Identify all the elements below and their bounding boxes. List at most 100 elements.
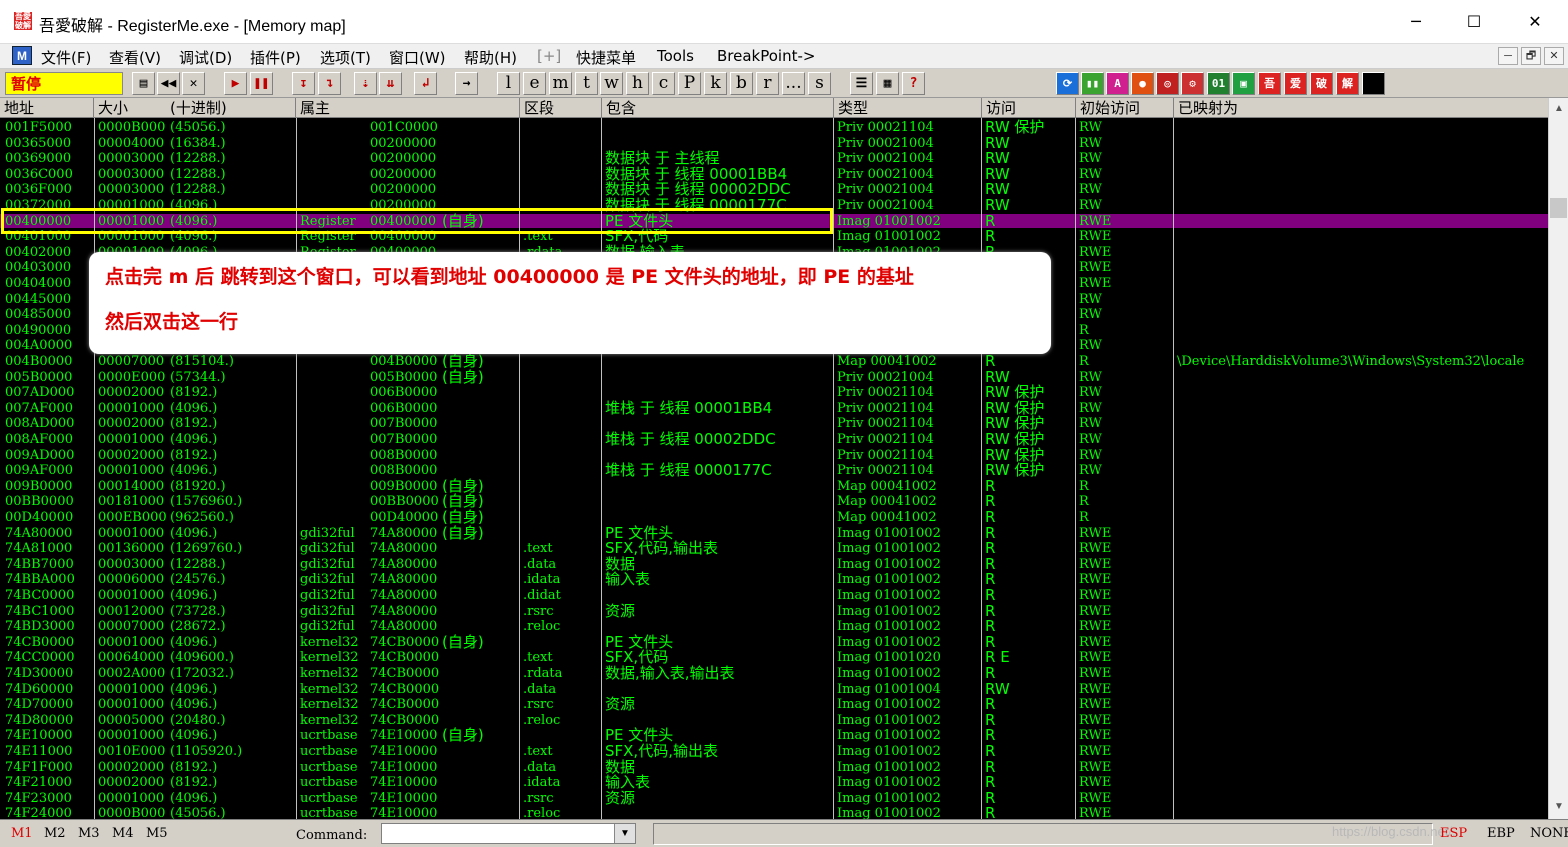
col-mapped-as[interactable]: 已映射为 — [1174, 98, 1548, 118]
appearance-icon[interactable]: ▦ — [876, 72, 899, 95]
col-section[interactable]: 区段 — [520, 98, 602, 118]
table-row[interactable]: 00BB0000 00181000 (1576960.) 00BB0000 (自身) Ma… — [0, 494, 1548, 510]
scroll-up-icon[interactable]: ▲ — [1549, 100, 1568, 118]
modules-window-button[interactable]: e — [523, 72, 546, 95]
menu-plus[interactable]: [+] — [537, 47, 561, 65]
menu-plugins[interactable]: 插件(P) — [250, 47, 301, 68]
options-list-icon[interactable]: ☰ — [850, 72, 873, 95]
plugin-green-icon[interactable]: ▮▮ — [1081, 72, 1104, 95]
black-block-icon[interactable] — [1362, 72, 1385, 95]
memory-window-icon[interactable]: M — [12, 46, 32, 65]
run-icon[interactable]: ▶ — [224, 72, 247, 95]
refresh-plugin-icon[interactable]: ⟳ — [1056, 72, 1079, 95]
rewind-icon[interactable]: ◀◀ — [157, 72, 180, 95]
maximize-button[interactable]: ☐ — [1454, 8, 1494, 36]
table-row[interactable]: 74BB7000 00003000 (12288.) gdi32ful 74A80000… — [0, 556, 1548, 573]
help-icon[interactable]: ? — [902, 72, 925, 95]
vertical-scrollbar[interactable]: ▲ ▼ — [1548, 98, 1568, 819]
table-row[interactable]: 74CC0000 00064000 (409600.) kernel32 74CB000… — [0, 650, 1548, 666]
open-icon[interactable]: ▤ — [132, 72, 155, 95]
table-row[interactable]: 009AD000 00002000 (8192.) 008B0000 Priv 0002… — [0, 447, 1548, 464]
table-row[interactable]: 74BBA000 00006000 (24576.) gdi32ful 74A80000… — [0, 572, 1548, 588]
handles-window-button[interactable]: h — [626, 72, 649, 95]
plugin-settings-icon[interactable]: ⚙ — [1181, 72, 1204, 95]
register-esp[interactable]: ESP — [1440, 826, 1467, 841]
references-window-button[interactable]: r — [756, 72, 779, 95]
tab-m2[interactable]: M2 — [44, 826, 66, 841]
menu-tools[interactable]: Tools — [657, 47, 694, 65]
patches-window-button[interactable]: P — [678, 72, 701, 95]
cpu-window-button[interactable]: c — [652, 72, 675, 95]
table-row[interactable]: 74BC0000 00001000 (4096.) gdi32ful 74A80000.… — [0, 588, 1548, 604]
table-row[interactable]: 009B0000 00014000 (81920.) 009B0000 (自身) Map … — [0, 478, 1548, 495]
tab-m4[interactable]: M4 — [112, 826, 134, 841]
table-row[interactable]: 007AD000 00002000 (8192.) 006B0000 Priv 0002… — [0, 385, 1548, 401]
plugin-target-icon[interactable]: ◎ — [1156, 72, 1179, 95]
table-row[interactable]: 74A81000 00136000 (1269760.) gdi32ful 74A800… — [0, 541, 1548, 557]
table-row[interactable]: 007AF000 00001000 (4096.) 006B0000 堆栈 于 线程 0… — [0, 400, 1548, 417]
tab-m5[interactable]: M5 — [146, 826, 168, 841]
plugin-binary-icon[interactable]: 01 — [1207, 72, 1230, 95]
register-ebp[interactable]: EBP — [1487, 826, 1515, 841]
plugin-circle-icon[interactable]: ● — [1131, 72, 1154, 95]
col-address[interactable]: 地址 — [0, 98, 94, 118]
table-row[interactable]: 74F21000 00002000 (8192.) ucrtbase 74E10000.… — [0, 775, 1548, 791]
table-row[interactable]: 74D80000 00005000 (20480.) kernel32 74CB0000… — [0, 712, 1548, 729]
menu-shortcuts[interactable]: 快捷菜单 — [576, 47, 636, 68]
col-initial-access[interactable]: 初始访问 — [1076, 98, 1174, 118]
menu-breakpoint[interactable]: BreakPoint-> — [717, 47, 815, 65]
mdi-restore-button[interactable]: 🗗 — [1521, 47, 1541, 65]
table-row[interactable]: 74E11000 0010E000 (1105920.) ucrtbase 74E100… — [0, 744, 1548, 760]
table-row[interactable]: 74BC1000 00012000 (73728.) gdi32ful 74A80000… — [0, 603, 1548, 620]
table-row[interactable]: 74A80000 00001000 (4096.) gdi32ful 74A80000(… — [0, 525, 1548, 542]
table-row[interactable]: 005B0000 0000E000 (57344.) 005B0000 (自身) Priv… — [0, 369, 1548, 386]
table-row[interactable]: 74D70000 00001000 (4096.) kernel32 74CB0000.… — [0, 697, 1548, 713]
trace-into-icon[interactable]: ⇣ — [354, 72, 377, 95]
trace-over-icon[interactable]: ⇊ — [379, 72, 402, 95]
col-owner[interactable]: 属主 — [296, 98, 520, 118]
table-row[interactable]: 74CB0000 00001000 (4096.) kernel32 74CB0000(… — [0, 634, 1548, 651]
menu-file[interactable]: 文件(F) — [41, 47, 91, 68]
scroll-thumb[interactable] — [1550, 198, 1567, 218]
col-contains[interactable]: 包含 — [602, 98, 834, 118]
mdi-minimize-button[interactable]: ─ — [1498, 47, 1518, 65]
minimize-button[interactable]: ─ — [1396, 8, 1436, 36]
table-row[interactable]: 74D60000 00001000 (4096.) kernel32 74CB0000.… — [0, 681, 1548, 698]
tab-m1[interactable]: M1 — [11, 826, 33, 841]
go-to-icon[interactable]: → — [455, 72, 478, 95]
windows-window-button[interactable]: w — [600, 72, 623, 95]
source-window-button[interactable]: s — [808, 72, 831, 95]
plugin-screen-icon[interactable]: ▣ — [1232, 72, 1255, 95]
col-type[interactable]: 类型 — [834, 98, 982, 118]
chevron-down-icon[interactable]: ▼ — [614, 824, 635, 843]
brand-jie-icon[interactable]: 解 — [1336, 72, 1359, 95]
table-row[interactable]: 74D30000 0002A000 (172032.) kernel32 74CB000… — [0, 666, 1548, 682]
pause-icon[interactable]: ❚❚ — [250, 72, 273, 95]
menu-view[interactable]: 查看(V) — [109, 47, 161, 68]
plugin-a-icon[interactable]: A — [1106, 72, 1129, 95]
table-row[interactable]: 004B0000 00007000 (815104.) 004B0000 (自身) Map… — [0, 354, 1548, 370]
step-over-icon[interactable]: ↴ — [318, 72, 341, 95]
tab-m3[interactable]: M3 — [78, 826, 100, 841]
scroll-down-icon[interactable]: ▼ — [1549, 798, 1568, 816]
table-row[interactable]: 008AF000 00001000 (4096.) 007B0000 堆栈 于 线程 0… — [0, 432, 1548, 448]
col-decimal[interactable]: (十进制) — [166, 98, 296, 118]
call-stack-window-button[interactable]: k — [704, 72, 727, 95]
brand-wu-icon[interactable]: 吾 — [1258, 72, 1281, 95]
brand-ai-icon[interactable]: 爱 — [1284, 72, 1307, 95]
close-button[interactable]: ✕ — [1515, 8, 1555, 36]
table-row[interactable]: 009AF000 00001000 (4096.) 008B0000 堆栈 于 线程 0… — [0, 463, 1548, 479]
table-row[interactable]: 74F1F000 00002000 (8192.) ucrtbase 74E10000.… — [0, 759, 1548, 776]
table-row[interactable]: 00D40000 000EB000 (962560.) 00D40000 (自身) Map… — [0, 510, 1548, 526]
table-row[interactable]: 74E10000 00001000 (4096.) ucrtbase 74E10000(… — [0, 728, 1548, 744]
mdi-close-button[interactable]: ✕ — [1544, 47, 1564, 65]
col-access[interactable]: 访问 — [982, 98, 1076, 118]
threads-window-button[interactable]: t — [575, 72, 598, 95]
table-row[interactable]: 74BD3000 00007000 (28672.) gdi32ful 74A80000… — [0, 619, 1548, 635]
memory-window-button[interactable]: m — [549, 72, 572, 95]
run-trace-window-button[interactable]: ... — [782, 72, 805, 95]
table-row[interactable]: 00365000 00004000 (16384.) 00200000 Priv 000… — [0, 135, 1548, 152]
table-row[interactable]: 74F24000 0000B000 (45056.) ucrtbase 74E10000… — [0, 806, 1548, 819]
step-into-icon[interactable]: ↧ — [292, 72, 315, 95]
table-row[interactable]: 001F5000 0000B000 (45056.) 001C0000 Priv 000… — [0, 120, 1548, 136]
